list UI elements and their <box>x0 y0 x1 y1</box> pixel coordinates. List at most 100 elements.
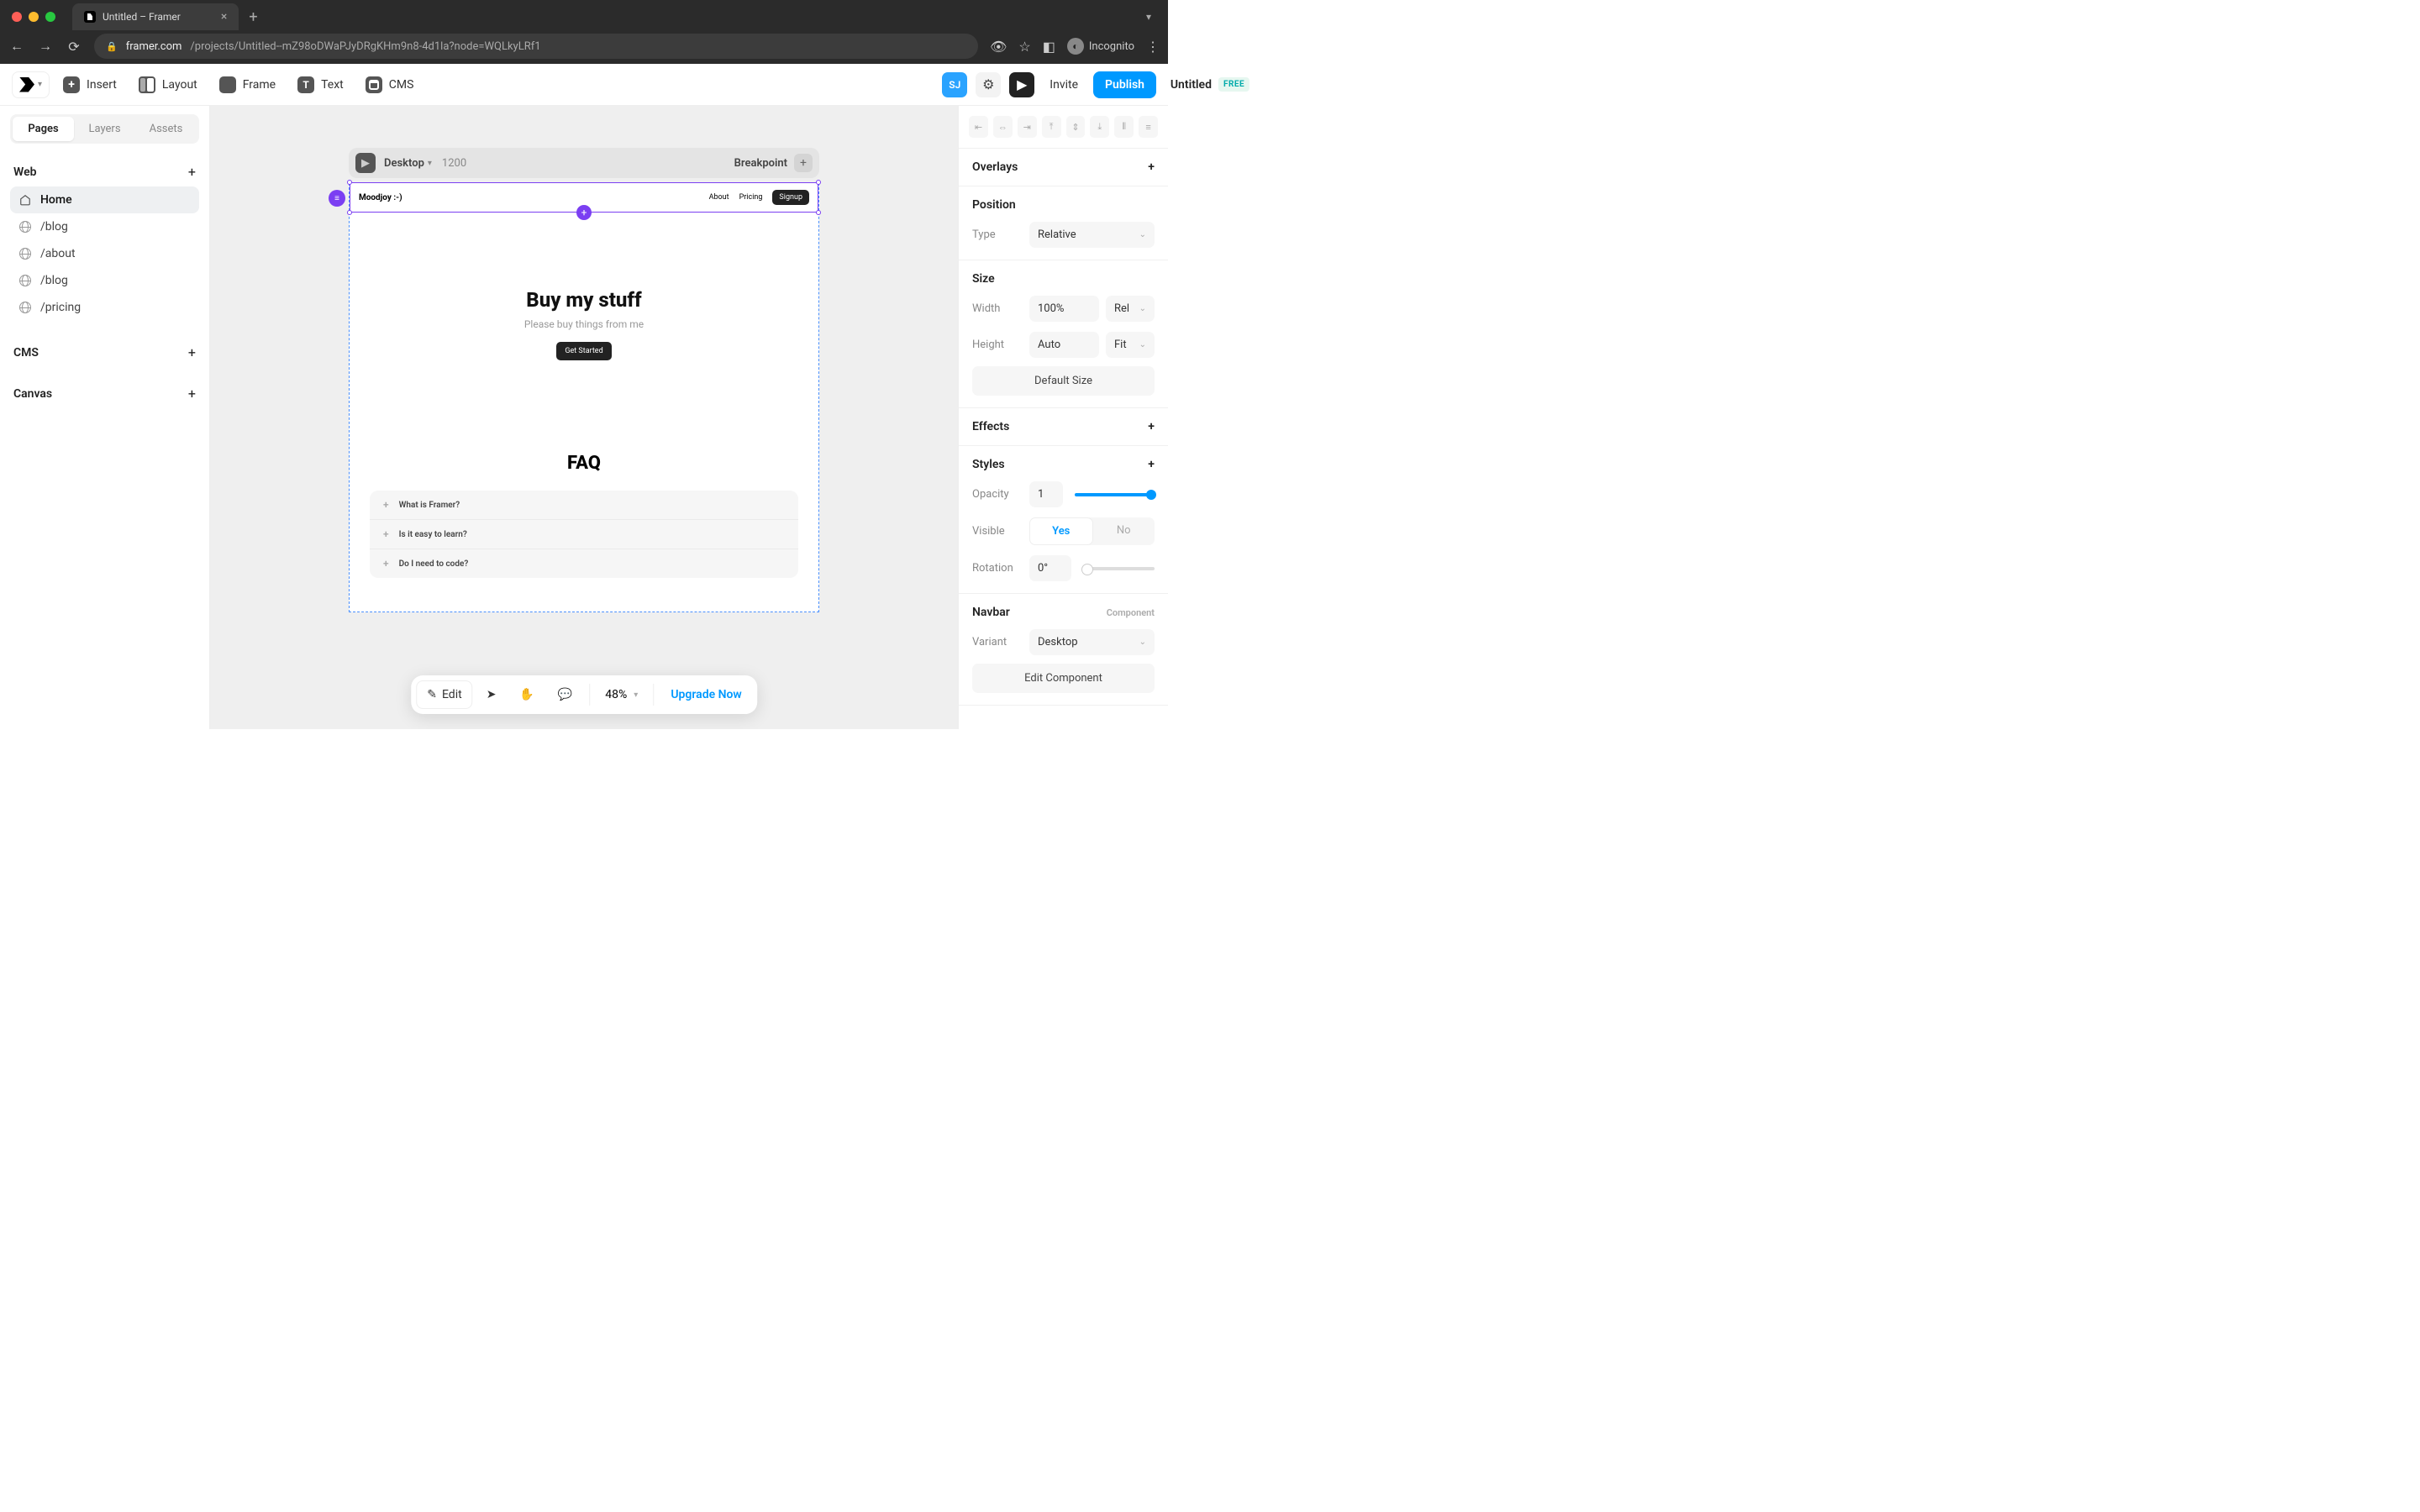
tab-assets[interactable]: Assets <box>135 117 197 141</box>
add-style-button[interactable]: + <box>1148 458 1155 471</box>
height-unit-select[interactable]: Fit⌄ <box>1106 332 1155 358</box>
add-page-button[interactable]: + <box>188 164 196 180</box>
faq-section[interactable]: FAQ +What is Framer? +Is it easy to lear… <box>350 428 818 612</box>
cms-button[interactable]: CMS <box>357 71 423 98</box>
publish-button[interactable]: Publish <box>1093 71 1156 98</box>
align-bottom-button[interactable]: ⤓ <box>1090 116 1109 138</box>
window-zoom-icon[interactable] <box>45 12 55 22</box>
page-item-home[interactable]: Home <box>10 186 199 213</box>
tab-close-icon[interactable]: × <box>221 10 227 24</box>
back-icon[interactable]: ← <box>8 38 25 55</box>
select-tool-button[interactable]: ➤ <box>476 681 507 708</box>
upgrade-button[interactable]: Upgrade Now <box>660 681 751 708</box>
add-effect-button[interactable]: + <box>1148 420 1155 433</box>
cms-icon <box>366 76 382 93</box>
plus-icon: + <box>383 499 389 511</box>
comment-icon: 💬 <box>558 688 572 701</box>
breakpoint-width[interactable]: 1200 <box>442 157 466 170</box>
new-tab-button[interactable]: + <box>249 8 257 26</box>
kebab-menu-icon[interactable]: ⋮ <box>1146 39 1160 55</box>
opacity-slider[interactable] <box>1075 493 1155 496</box>
frame-button[interactable]: Frame <box>211 71 284 98</box>
preview-button[interactable]: ▶ <box>1009 72 1034 97</box>
page-item-blog[interactable]: /blog <box>10 213 199 240</box>
resize-handle[interactable] <box>816 180 821 185</box>
frame-icon <box>219 76 236 93</box>
align-vcenter-button[interactable]: ⇕ <box>1066 116 1086 138</box>
add-cms-button[interactable]: + <box>188 344 196 360</box>
window-close-icon[interactable] <box>12 12 22 22</box>
align-top-button[interactable]: ⤒ <box>1042 116 1061 138</box>
align-hcenter-button[interactable]: ⇔ <box>993 116 1013 138</box>
add-canvas-button[interactable]: + <box>188 386 196 402</box>
page-item-blog-2[interactable]: /blog <box>10 267 199 294</box>
text-label: Text <box>321 78 344 92</box>
page-item-pricing[interactable]: /pricing <box>10 294 199 321</box>
tab-layers[interactable]: Layers <box>74 117 135 141</box>
comment-tool-button[interactable]: 💬 <box>548 681 582 708</box>
star-icon[interactable]: ☆ <box>1018 39 1030 55</box>
resize-handle[interactable] <box>347 210 352 215</box>
width-input[interactable]: 100% <box>1029 296 1099 322</box>
window-minimize-icon[interactable] <box>29 12 39 22</box>
layout-button[interactable]: Layout <box>130 71 206 98</box>
breakpoint-device[interactable]: Desktop <box>384 157 424 170</box>
add-breakpoint-button[interactable]: + <box>794 154 813 172</box>
hand-tool-button[interactable]: ✋ <box>509 681 544 708</box>
default-size-button[interactable]: Default Size <box>972 366 1155 396</box>
extensions-icon[interactable]: ◧ <box>1043 39 1055 55</box>
app-menu-button[interactable]: ▾ <box>12 71 50 98</box>
distribute-h-button[interactable]: ⦀ <box>1114 116 1134 138</box>
selected-navbar[interactable]: ≡ + Moodjoy :-) About Pricing Signup <box>350 182 818 213</box>
reload-icon[interactable]: ⟳ <box>66 39 82 55</box>
add-overlay-button[interactable]: + <box>1148 160 1155 174</box>
tabs-dropdown-icon[interactable]: ▾ <box>1146 11 1151 23</box>
effects-header: Effects <box>972 420 1009 433</box>
resize-handle[interactable] <box>347 180 352 185</box>
variant-label: Variant <box>972 636 1023 648</box>
plus-icon: + <box>383 528 389 540</box>
browser-tab[interactable]: Untitled – Framer × <box>72 3 239 30</box>
rotation-input[interactable]: 0° <box>1029 555 1071 581</box>
artboard[interactable]: ≡ + Moodjoy :-) About Pricing Signup Buy… <box>349 183 819 612</box>
page-item-about[interactable]: /about <box>10 240 199 267</box>
text-button[interactable]: T Text <box>289 71 352 98</box>
globe-icon <box>18 302 32 313</box>
edit-mode-button[interactable]: ✎ Edit <box>416 680 472 709</box>
breakpoint-play-button[interactable]: ▶ <box>355 153 376 173</box>
settings-button[interactable]: ⚙ <box>976 72 1001 97</box>
edit-component-button[interactable]: Edit Component <box>972 664 1155 693</box>
visible-no[interactable]: No <box>1093 517 1155 545</box>
zoom-control[interactable]: 48% ▾ <box>597 688 646 701</box>
address-bar[interactable]: 🔒 framer.com/projects/Untitled--mZ98oDWa… <box>94 34 978 59</box>
visible-toggle[interactable]: Yes No <box>1029 517 1155 545</box>
insert-button[interactable]: + Insert <box>55 71 125 98</box>
visible-yes[interactable]: Yes <box>1029 517 1093 545</box>
rotation-slider[interactable] <box>1083 567 1155 570</box>
distribute-v-button[interactable]: ≡ <box>1139 116 1158 138</box>
align-right-button[interactable]: ⇥ <box>1018 116 1037 138</box>
height-input[interactable]: Auto <box>1029 332 1099 358</box>
hero-section[interactable]: Buy my stuff Please buy things from me G… <box>350 213 818 428</box>
globe-icon <box>18 275 32 286</box>
nav-link-about: About <box>709 193 729 202</box>
forward-icon[interactable]: → <box>37 38 54 55</box>
visible-label: Visible <box>972 525 1023 538</box>
position-type-select[interactable]: Relative ⌄ <box>1029 222 1155 248</box>
invite-button[interactable]: Invite <box>1043 73 1085 97</box>
user-avatar[interactable]: SJ <box>942 72 967 97</box>
component-badge-icon[interactable]: ≡ <box>329 190 345 207</box>
variant-select[interactable]: Desktop ⌄ <box>1029 629 1155 655</box>
chevron-down-icon: ⌄ <box>1139 230 1146 239</box>
add-element-button[interactable]: + <box>576 205 592 220</box>
component-tag: Component <box>1107 607 1155 618</box>
eye-off-icon[interactable]: 👁 <box>990 39 1007 55</box>
resize-handle[interactable] <box>816 210 821 215</box>
layout-icon <box>139 76 155 93</box>
tab-pages[interactable]: Pages <box>13 117 74 141</box>
width-unit-select[interactable]: Rel⌄ <box>1106 296 1155 322</box>
opacity-input[interactable]: 1 <box>1029 481 1063 507</box>
project-title[interactable]: Untitled <box>1171 78 1212 92</box>
align-left-button[interactable]: ⇤ <box>969 116 988 138</box>
height-unit: Fit <box>1114 339 1127 351</box>
